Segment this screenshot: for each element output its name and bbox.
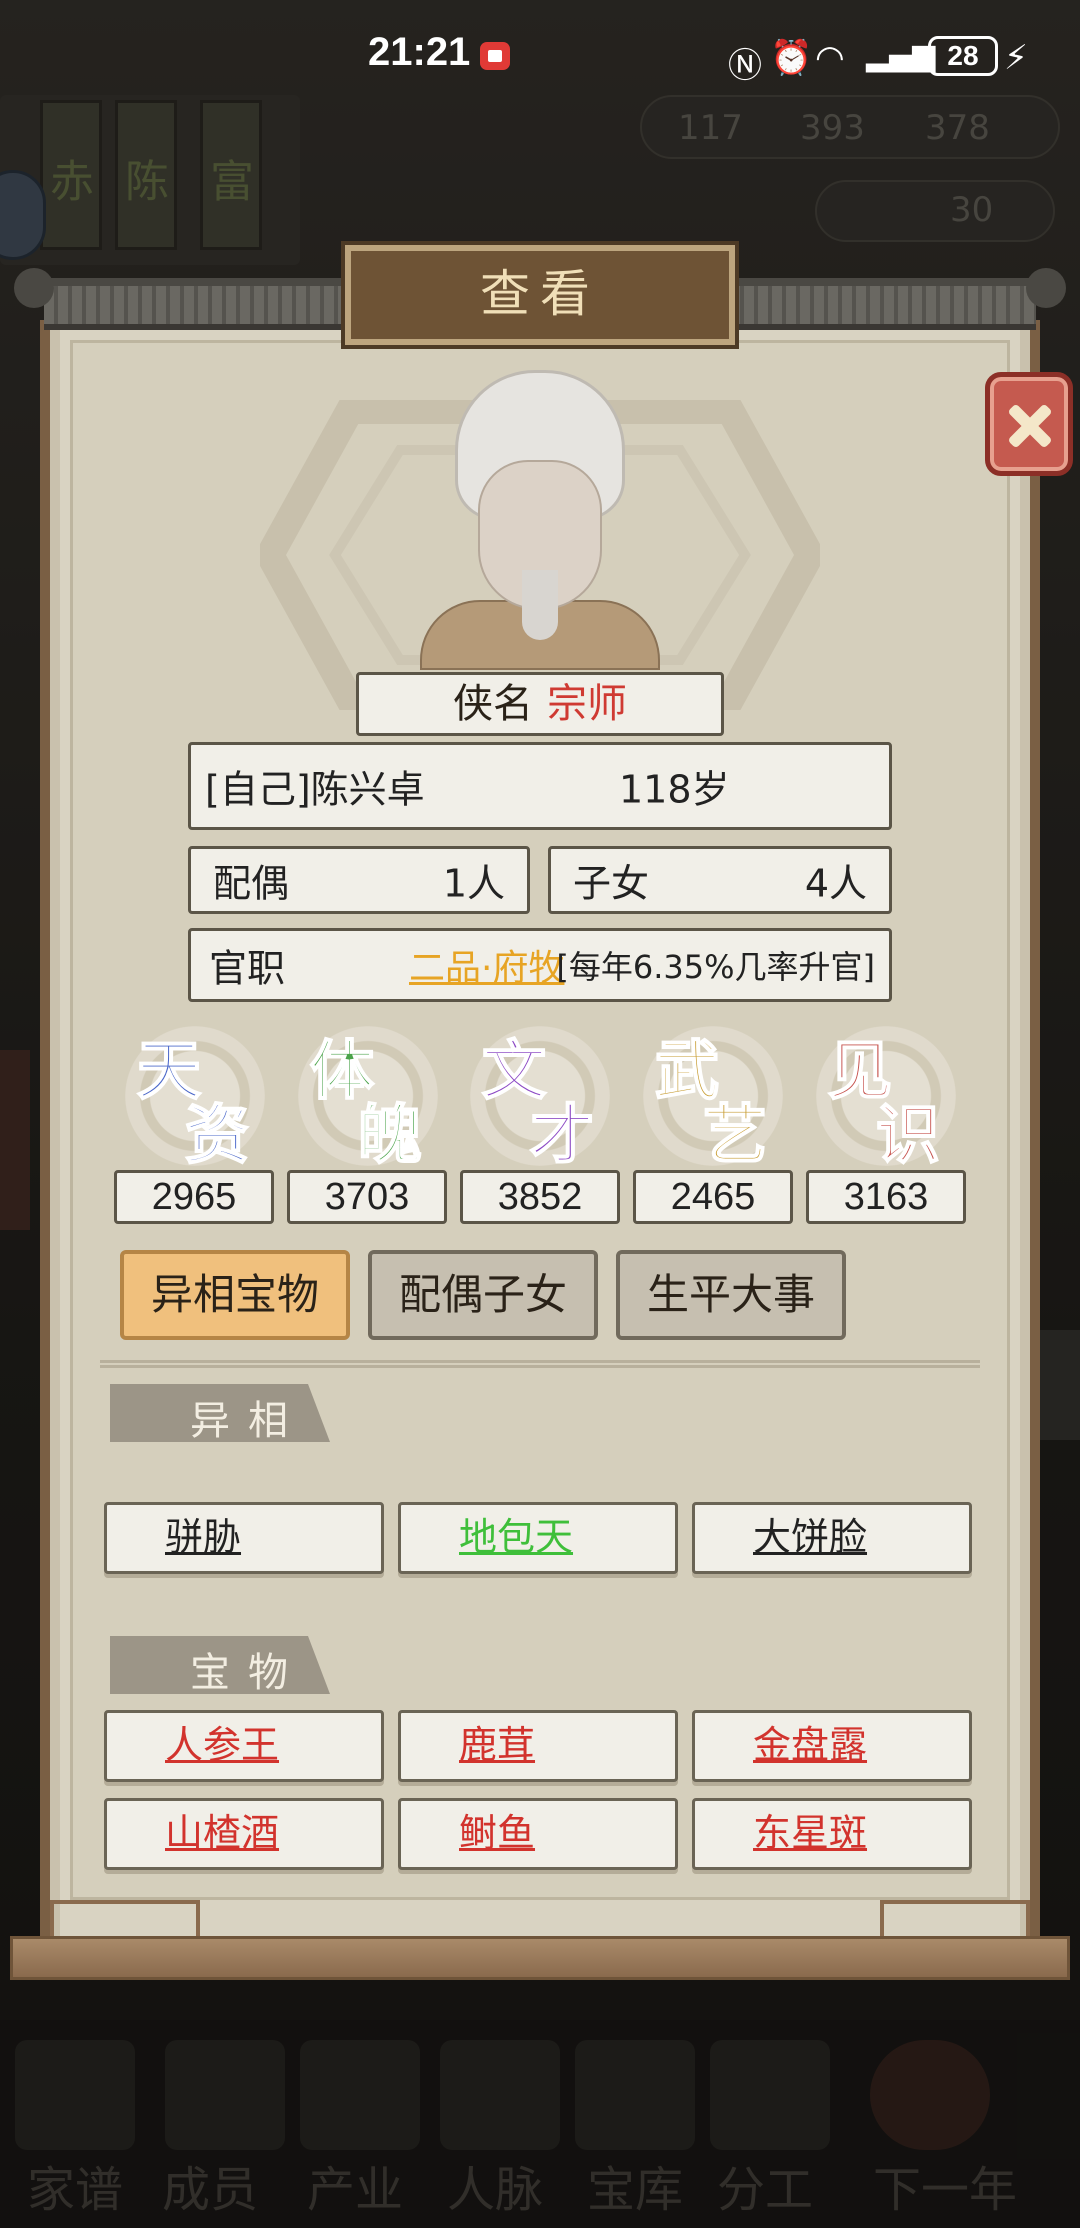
battery-indicator: 28 xyxy=(928,36,998,76)
attr-physique-char2: 魄 xyxy=(357,1097,423,1174)
treasure-item[interactable]: 鹿茸 xyxy=(398,1710,678,1782)
close-button[interactable] xyxy=(985,372,1073,476)
spouse-row: 配偶 1人 xyxy=(188,846,530,914)
attr-talent-value: 2965 xyxy=(114,1170,274,1224)
wifi-icon: ◠ xyxy=(815,38,845,78)
attr-literary-char2: 才 xyxy=(529,1097,595,1174)
tab-spouse-children[interactable]: 配偶子女 xyxy=(368,1250,598,1340)
status-time: 21:21 xyxy=(368,30,471,74)
children-row: 子女 4人 xyxy=(548,846,892,914)
office-row: 官职 二品·府牧 [每年6.35%几率升官] xyxy=(188,928,892,1002)
treasure-item[interactable]: 东星斑 xyxy=(692,1798,972,1870)
charging-icon: ⚡ xyxy=(1004,38,1028,78)
attr-insight: 见 识 xyxy=(806,1020,966,1174)
treasure-item[interactable]: 金盘露 xyxy=(692,1710,972,1782)
trait-item[interactable]: 地包天 xyxy=(398,1502,678,1574)
attr-talent: 天 资 xyxy=(115,1020,275,1174)
office-promotion-note: [每年6.35%几率升官] xyxy=(556,948,875,986)
hero-title-label: 侠名 xyxy=(453,681,533,727)
signal-icon: ▂▄▆ xyxy=(866,38,936,73)
dialog-title: 查看 xyxy=(345,245,735,345)
treasure-item[interactable]: 人参王 xyxy=(104,1710,384,1782)
treasure-item[interactable]: 鲥鱼 xyxy=(398,1798,678,1870)
children-count: 4人 xyxy=(804,861,867,906)
office-label: 官职 xyxy=(209,946,286,991)
attr-insight-value: 3163 xyxy=(806,1170,966,1224)
age-value: 118岁 xyxy=(619,767,730,812)
tab-traits-treasures[interactable]: 异相宝物 xyxy=(120,1250,350,1340)
attr-physique-value: 3703 xyxy=(287,1170,447,1224)
attr-martial-value: 2465 xyxy=(633,1170,793,1224)
attr-talent-char2: 资 xyxy=(184,1097,250,1174)
status-bar: 21:21 Ⓝ ⏰ ◠ ▂▄▆ 28 ⚡ xyxy=(0,0,1080,110)
nfc-icon: Ⓝ xyxy=(728,46,762,86)
identity-name: [自己]陈兴卓 xyxy=(205,767,425,812)
tab-life-events[interactable]: 生平大事 xyxy=(616,1250,846,1340)
spouse-label: 配偶 xyxy=(213,861,290,906)
office-value[interactable]: 二品·府牧 xyxy=(409,939,564,991)
avatar xyxy=(400,370,680,670)
treasure-item[interactable]: 山楂酒 xyxy=(104,1798,384,1870)
hero-title-tag: 侠名 宗师 xyxy=(356,672,724,736)
identity-row: [自己]陈兴卓 118岁 xyxy=(188,742,892,830)
attr-physique: 体 魄 xyxy=(288,1020,448,1174)
attr-literary: 文 才 xyxy=(460,1020,620,1174)
section-divider xyxy=(100,1360,980,1368)
spouse-count: 1人 xyxy=(442,861,505,906)
traits-label: 异相 xyxy=(190,1398,306,1444)
hero-title-value: 宗师 xyxy=(547,681,627,727)
attr-insight-char2: 识 xyxy=(875,1097,941,1174)
attr-martial-char2: 艺 xyxy=(702,1097,768,1174)
children-label: 子女 xyxy=(573,861,650,906)
screen-record-icon xyxy=(480,42,510,70)
attr-literary-value: 3852 xyxy=(460,1170,620,1224)
alarm-icon: ⏰ xyxy=(770,38,813,78)
dialog-base xyxy=(10,1900,1070,1980)
trait-item[interactable]: 大饼脸 xyxy=(692,1502,972,1574)
trait-item[interactable]: 骈胁 xyxy=(104,1502,384,1574)
treasures-label: 宝物 xyxy=(190,1650,306,1696)
attr-martial: 武 艺 xyxy=(633,1020,793,1174)
